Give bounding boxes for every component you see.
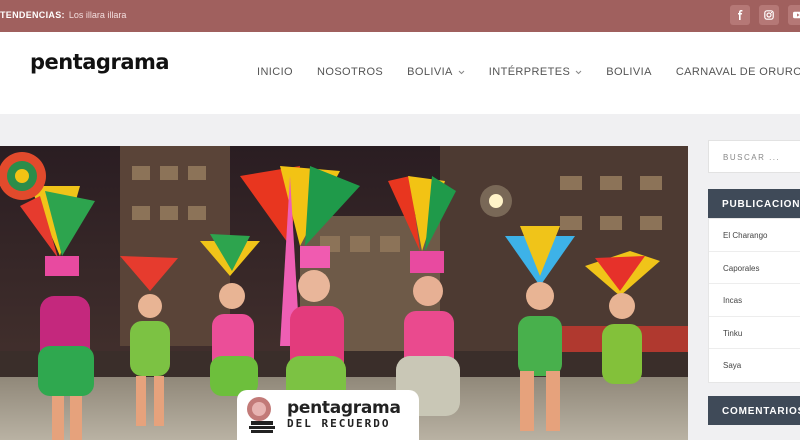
pentagrama-watermark: pentagrama DEL RECUERDO bbox=[237, 390, 419, 440]
facebook-icon[interactable] bbox=[730, 5, 750, 25]
nav-carnaval-de-oruro[interactable]: CARNAVAL DE ORURO bbox=[676, 66, 800, 78]
watermark-subtitle: DEL RECUERDO bbox=[287, 417, 391, 430]
top-bar: TENDENCIAS: Los illara illara bbox=[0, 0, 800, 32]
trending-ticker: TENDENCIAS: Los illara illara bbox=[0, 10, 126, 20]
post-link[interactable]: Saya bbox=[709, 349, 800, 382]
post-link[interactable]: Incas bbox=[709, 284, 800, 317]
gramophone-icon bbox=[247, 397, 275, 433]
nav-interpretes-dropdown[interactable]: INTÉRPRETES bbox=[489, 66, 582, 78]
instagram-icon[interactable] bbox=[759, 5, 779, 25]
nav-label: BOLIVIA bbox=[407, 66, 453, 78]
trending-label: TENDENCIAS: bbox=[0, 10, 65, 20]
nav-inicio[interactable]: INICIO bbox=[257, 66, 293, 78]
trending-link[interactable]: Los illara illara bbox=[69, 10, 127, 20]
site-logo[interactable]: pentagrama bbox=[30, 50, 170, 74]
main-nav: INICIO NOSOTROS BOLIVIA INTÉRPRETES BOLI… bbox=[257, 66, 800, 78]
comentarios-widget-title: COMENTARIOS bbox=[708, 396, 800, 425]
post-link[interactable]: Caporales bbox=[709, 252, 800, 285]
post-list: El Charango Caporales Incas Tinku Saya bbox=[708, 218, 800, 383]
post-link[interactable]: Tinku bbox=[709, 317, 800, 350]
watermark-title: pentagrama bbox=[287, 398, 401, 418]
nav-label: NOSOTROS bbox=[317, 66, 384, 78]
nav-label: CARNAVAL DE ORURO bbox=[675, 66, 800, 78]
nav-label: INTÉRPRETES bbox=[488, 66, 571, 78]
site-header: pentagrama INICIO NOSOTROS BOLIVIA INTÉR… bbox=[0, 32, 800, 114]
publicaciones-widget-title: PUBLICACIONES bbox=[708, 189, 800, 218]
nav-label: BOLIVIA bbox=[606, 66, 652, 78]
youtube-icon[interactable] bbox=[788, 5, 800, 25]
chevron-down-icon bbox=[458, 70, 465, 74]
nav-label: INICIO bbox=[257, 66, 294, 78]
nav-bolivia-dropdown[interactable]: BOLIVIA bbox=[407, 66, 465, 78]
featured-photo[interactable]: pentagrama DEL RECUERDO bbox=[0, 146, 688, 440]
chevron-down-icon bbox=[575, 70, 582, 74]
post-link[interactable]: El Charango bbox=[709, 219, 800, 252]
nav-nosotros[interactable]: NOSOTROS bbox=[317, 66, 383, 78]
search-input[interactable]: BUSCAR ... bbox=[708, 140, 800, 173]
nav-bolivia[interactable]: BOLIVIA bbox=[606, 66, 652, 78]
